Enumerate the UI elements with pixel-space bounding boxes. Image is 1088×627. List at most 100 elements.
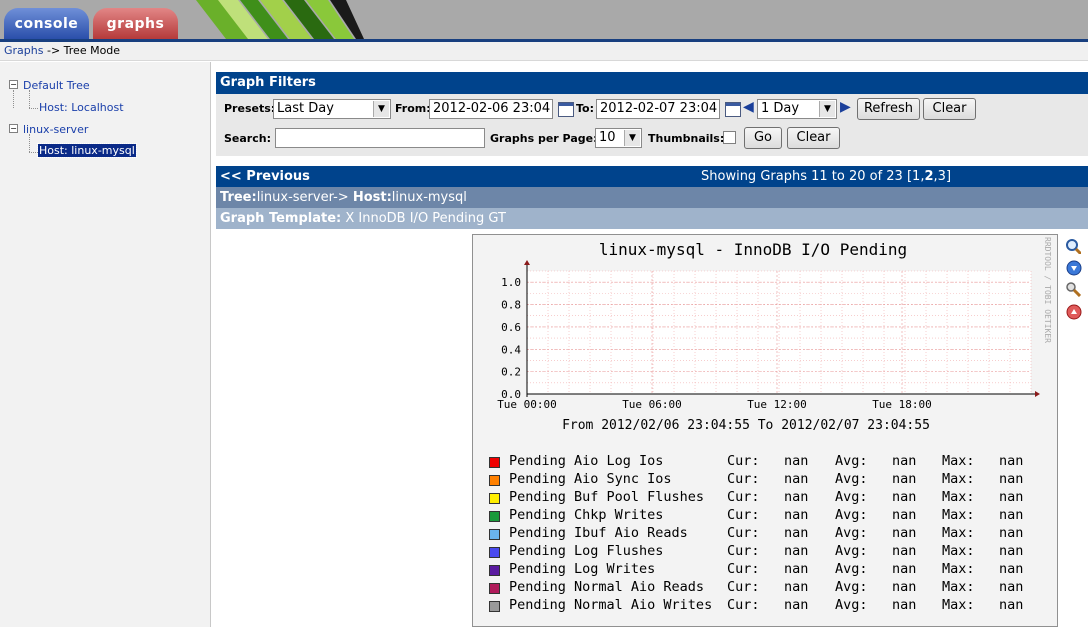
page-current-2: 2 <box>924 169 934 184</box>
to-date-input[interactable]: 2012-02-07 23:04 <box>596 99 720 119</box>
search-label: Search: <box>224 132 271 145</box>
legend-cur-value: nan <box>784 579 809 595</box>
legend-cur-label: Cur: <box>727 561 760 577</box>
legend-max-label: Max: <box>942 579 975 595</box>
calendar-icon[interactable] <box>558 102 574 117</box>
from-date-input[interactable]: 2012-02-06 23:04 <box>429 99 553 119</box>
legend-max-label: Max: <box>942 597 975 613</box>
legend-cur-label: Cur: <box>727 525 760 541</box>
legend-avg-value: nan <box>892 579 917 595</box>
timespan-value: 1 Day <box>761 101 800 116</box>
legend-cur-value: nan <box>784 471 809 487</box>
collapse-icon[interactable]: − <box>9 124 18 133</box>
legend-max-label: Max: <box>942 561 975 577</box>
legend-max-value: nan <box>999 489 1024 505</box>
legend-avg-label: Avg: <box>835 525 868 541</box>
tree-row-label: Tree: <box>220 190 257 205</box>
legend-max-value: nan <box>999 561 1024 577</box>
page-link-1[interactable]: 1 <box>912 169 920 184</box>
legend-avg-value: nan <box>892 507 917 523</box>
host-row-value: linux-mysql <box>391 190 467 205</box>
legend-max-label: Max: <box>942 525 975 541</box>
graph-template-value: X InnoDB I/O Pending GT <box>345 211 506 226</box>
chevron-down-icon: ▼ <box>624 130 640 146</box>
tab-graphs[interactable]: graphs <box>93 8 178 39</box>
tree-host-row: Tree:linux-server-> Host:linux-mysql <box>216 187 1088 208</box>
breadcrumb-rest: -> Tree Mode <box>46 44 121 57</box>
legend-cur-value: nan <box>784 453 809 469</box>
tree-item-linux-server[interactable]: linux-server <box>23 123 88 136</box>
legend-cur-label: Cur: <box>727 507 760 523</box>
tree-connector <box>29 134 30 152</box>
legend-swatch <box>489 583 500 594</box>
timespan-select[interactable]: 1 Day ▼ <box>757 99 837 119</box>
showing-close: ] <box>945 169 952 184</box>
tree-connector <box>29 90 30 108</box>
legend-max-label: Max: <box>942 453 975 469</box>
download-icon[interactable] <box>1066 260 1082 276</box>
chevron-down-icon: ▼ <box>373 101 389 117</box>
legend-cur-value: nan <box>784 597 809 613</box>
clear-search-button[interactable]: Clear <box>787 127 840 149</box>
breadcrumb-graphs-link[interactable]: Graphs <box>4 44 43 57</box>
graphs-per-page-select[interactable]: 10 ▼ <box>595 128 642 148</box>
tree-item-host-localhost[interactable]: Host: Localhost <box>39 101 124 114</box>
legend-cur-label: Cur: <box>727 471 760 487</box>
y-tick-label: 0.4 <box>501 343 521 356</box>
y-tick-label: 0.8 <box>501 299 521 312</box>
legend-series-name: Pending Aio Log Ios <box>509 453 664 469</box>
legend-max-label: Max: <box>942 471 975 487</box>
legend-cur-value: nan <box>784 507 809 523</box>
zoom-icon[interactable] <box>1065 238 1081 254</box>
legend-avg-label: Avg: <box>835 471 868 487</box>
tree-item-default-tree[interactable]: Default Tree <box>23 79 90 92</box>
x-tick-label: Tue 12:00 <box>747 398 807 411</box>
legend-series-name: Pending Log Writes <box>509 561 656 577</box>
legend-avg-label: Avg: <box>835 453 868 469</box>
tree-item-host-linux-mysql[interactable]: Host: linux-mysql <box>37 143 137 158</box>
legend-avg-label: Avg: <box>835 489 868 505</box>
edit-icon[interactable] <box>1065 281 1081 297</box>
tree-connector <box>13 90 14 108</box>
legend-avg-value: nan <box>892 471 917 487</box>
collapse-icon[interactable]: − <box>9 80 18 89</box>
legend-cur-value: nan <box>784 489 809 505</box>
legend-max-value: nan <box>999 525 1024 541</box>
legend-swatch <box>489 475 500 486</box>
legend-max-value: nan <box>999 579 1024 595</box>
legend-cur-value: nan <box>784 543 809 559</box>
presets-select[interactable]: Last Day ▼ <box>273 99 391 119</box>
thumbnails-checkbox[interactable] <box>723 131 736 144</box>
graph-image[interactable]: linux-mysql - InnoDB I/O Pending 0.0 0.2 0… <box>472 234 1058 627</box>
legend-avg-value: nan <box>892 597 917 613</box>
refresh-button[interactable]: Refresh <box>857 98 920 120</box>
clear-button[interactable]: Clear <box>923 98 976 120</box>
legend-avg-value: nan <box>892 453 917 469</box>
previous-page-link[interactable]: << Previous <box>220 166 310 187</box>
shift-right-icon[interactable]: ▶ <box>840 99 851 115</box>
legend-series-name: Pending Log Flushes <box>509 543 664 559</box>
remove-icon[interactable] <box>1066 304 1082 320</box>
presets-label: Presets: <box>224 102 276 115</box>
thumbnails-label: Thumbnails: <box>648 132 725 145</box>
showing-graphs-text: Showing Graphs 11 to 20 of 23 [1,2,3] <box>701 169 952 184</box>
legend-avg-label: Avg: <box>835 561 868 577</box>
legend-series-name: Pending Buf Pool Flushes <box>509 489 705 505</box>
legend-swatch <box>489 493 500 504</box>
search-input[interactable] <box>275 128 485 148</box>
shift-left-icon[interactable]: ◀ <box>743 99 754 115</box>
presets-value: Last Day <box>277 101 334 116</box>
page-link-3[interactable]: 3 <box>938 169 946 184</box>
legend-max-label: Max: <box>942 507 975 523</box>
legend-cur-label: Cur: <box>727 597 760 613</box>
tab-console[interactable]: console <box>4 8 89 39</box>
legend-cur-label: Cur: <box>727 579 760 595</box>
graph-nav-bar: << Previous Showing Graphs 11 to 20 of 2… <box>216 166 1088 187</box>
x-tick-label: Tue 00:00 <box>497 398 557 411</box>
go-button[interactable]: Go <box>744 127 782 149</box>
graph-subtitle: From 2012/02/06 23:04:55 To 2012/02/07 2… <box>562 418 930 433</box>
graph-watermark: RRDTOOL / TOBI OETIKER <box>1043 237 1052 343</box>
calendar-icon[interactable] <box>725 102 741 117</box>
legend-swatch <box>489 457 500 468</box>
legend-series-name: Pending Chkp Writes <box>509 507 664 523</box>
